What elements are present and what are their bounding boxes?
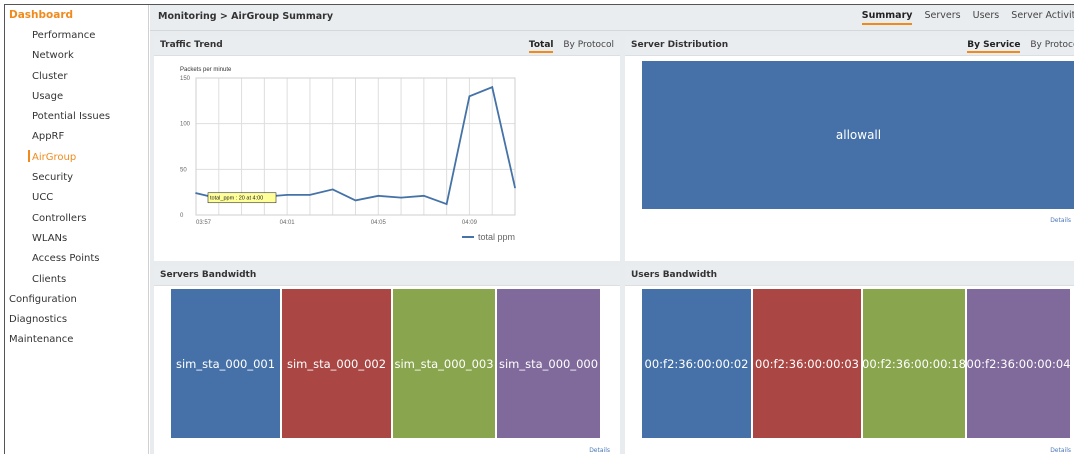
user-tile[interactable]: 00:f2:36:00:00:18 (863, 289, 965, 438)
sidebar-item-label: Usage (32, 90, 64, 102)
server-distribution-tabs: By Service By Protocol (960, 40, 1074, 53)
server-distribution-title: Server Distribution (631, 40, 729, 50)
traffic-trend-panel: Traffic Trend Total By Protocol Packets … (154, 36, 620, 261)
data-point (423, 195, 425, 197)
tab-total[interactable]: Total (528, 40, 554, 53)
app-frame: Dashboard Performance Network Cluster Usage… (4, 4, 1074, 454)
sidebar-item-cluster[interactable]: Cluster (5, 67, 148, 87)
x-tick-label: 04:05 (371, 220, 387, 226)
sidebar-item-ucc[interactable]: UCC (5, 188, 148, 208)
sidebar-item-access-points[interactable]: Access Points (5, 249, 148, 269)
servers-bandwidth-title: Servers Bandwidth (160, 270, 257, 280)
sidebar-item-dashboard[interactable]: Dashboard (5, 5, 148, 26)
y-axis-label: Packets per minute (180, 67, 232, 73)
sidebar-item-controllers[interactable]: Controllers (5, 209, 148, 229)
servers-bandwidth-details-link[interactable]: Details (589, 447, 610, 454)
data-point (309, 194, 311, 196)
users-bandwidth-title: Users Bandwidth (631, 270, 718, 280)
data-point (468, 95, 471, 98)
sidebar-item-configuration[interactable]: Configuration (5, 290, 148, 310)
sidebar-item-potential-issues[interactable]: Potential Issues (5, 107, 148, 127)
chart-tooltip-text: total_ppm : 20 at 4:00 (210, 196, 263, 202)
tab-by-protocol[interactable]: By Protocol (563, 40, 614, 51)
sidebar-item-label: Network (32, 50, 74, 62)
users-bandwidth-header: Users Bandwidth (625, 266, 1074, 286)
legend-label: total ppm (478, 232, 515, 242)
server-distribution-panel: Server Distribution By Service By Protoc… (625, 36, 1074, 261)
sidebar-main-items: Configuration Diagnostics Maintenance (5, 290, 148, 351)
server-distribution-details-link[interactable]: Details (1050, 217, 1071, 224)
sidebar-item-maintenance[interactable]: Maintenance (5, 330, 148, 350)
data-point (195, 192, 197, 194)
user-tile[interactable]: 00:f2:36:00:00:04 (967, 289, 1070, 438)
service-tile-allowall[interactable]: allowall (642, 61, 1074, 209)
users-bandwidth-panel: Users Bandwidth 00:f2:36:00:00:02 00:f2:… (625, 266, 1074, 454)
sidebar-sub-items: Performance Network Cluster Usage Potential … (5, 26, 148, 290)
breadcrumb: Monitoring > AirGroup Summary (158, 11, 334, 22)
traffic-trend-tabs: Total By Protocol (522, 40, 614, 53)
y-tick-label: 100 (180, 122, 191, 128)
user-tile[interactable]: 00:f2:36:00:00:03 (753, 289, 861, 438)
traffic-trend-chart: Packets per minute 0 50 100 150 03:57 04:01 04:… (180, 67, 516, 242)
sidebar-item-label: WLANs (32, 232, 68, 244)
x-tick-label: 04:09 (462, 220, 478, 226)
sidebar-item-label: AppRF (32, 131, 65, 143)
sidebar-item-label: AirGroup (32, 151, 77, 163)
tab-by-protocol-distribution[interactable]: By Protocol (1030, 40, 1074, 51)
top-tabs: Summary Servers Users Server Activity (853, 10, 1074, 25)
data-point (354, 199, 357, 202)
user-tile[interactable]: 00:f2:36:00:00:02 (642, 289, 751, 438)
active-indicator (28, 149, 30, 162)
data-point (331, 188, 334, 191)
sidebar-item-label: Security (32, 172, 74, 184)
sidebar-item-usage[interactable]: Usage (5, 87, 148, 107)
sidebar-item-performance[interactable]: Performance (5, 26, 148, 46)
sidebar-item-apprf[interactable]: AppRF (5, 127, 148, 147)
traffic-trend-header: Traffic Trend Total By Protocol (154, 36, 620, 56)
servers-bandwidth-header: Servers Bandwidth (154, 266, 620, 286)
data-point (400, 196, 402, 199)
y-tick-label: 150 (180, 76, 191, 82)
sidebar-item-network[interactable]: Network (5, 46, 148, 66)
traffic-trend-title: Traffic Trend (160, 40, 223, 50)
sidebar-item-label: Potential Issues (32, 111, 111, 123)
data-point (377, 195, 380, 197)
sidebar-item-label: Access Points (32, 253, 100, 265)
server-tile[interactable]: sim_sta_000_002 (282, 289, 391, 438)
sidebar-item-label: UCC (32, 192, 54, 204)
server-tile[interactable]: sim_sta_000_000 (497, 289, 600, 438)
sidebar-item-security[interactable]: Security (5, 168, 148, 188)
tab-summary[interactable]: Summary (861, 10, 913, 25)
x-tick-label: 03:57 (196, 220, 212, 226)
sidebar-item-diagnostics[interactable]: Diagnostics (5, 310, 148, 330)
main-area: Monitoring > AirGroup Summary Summary Se… (150, 5, 1074, 454)
data-point (491, 86, 494, 88)
x-tick-label: 04:01 (280, 220, 296, 226)
data-point (445, 203, 448, 205)
server-tile[interactable]: sim_sta_000_003 (393, 289, 495, 438)
sidebar-item-airgroup[interactable]: AirGroup (5, 148, 148, 168)
data-point (286, 194, 288, 196)
sidebar-item-wlans[interactable]: WLANs (5, 229, 148, 249)
tab-users[interactable]: Users (973, 10, 1000, 23)
server-distribution-header: Server Distribution By Service By Protoc… (625, 36, 1074, 56)
y-tick-label: 50 (180, 167, 187, 173)
sidebar-item-label: Performance (32, 30, 96, 41)
top-bar: Monitoring > AirGroup Summary Summary Se… (150, 5, 1074, 31)
sidebar-item-label: Cluster (32, 70, 68, 82)
sidebar-item-clients[interactable]: Clients (5, 270, 148, 290)
sidebar: Dashboard Performance Network Cluster Usage… (5, 5, 149, 454)
data-point (514, 186, 516, 189)
sidebar-item-label: Controllers (32, 212, 87, 224)
y-tick-label: 0 (180, 213, 184, 219)
servers-bandwidth-panel: Servers Bandwidth sim_sta_000_001 sim_st… (154, 266, 620, 454)
server-tile[interactable]: sim_sta_000_001 (171, 289, 280, 438)
sidebar-item-label: Clients (32, 273, 67, 285)
tab-servers[interactable]: Servers (925, 10, 961, 23)
tab-server-activity[interactable]: Server Activity (1011, 10, 1074, 23)
users-bandwidth-details-link[interactable]: Details (1050, 447, 1071, 454)
tab-by-service[interactable]: By Service (967, 40, 1021, 53)
